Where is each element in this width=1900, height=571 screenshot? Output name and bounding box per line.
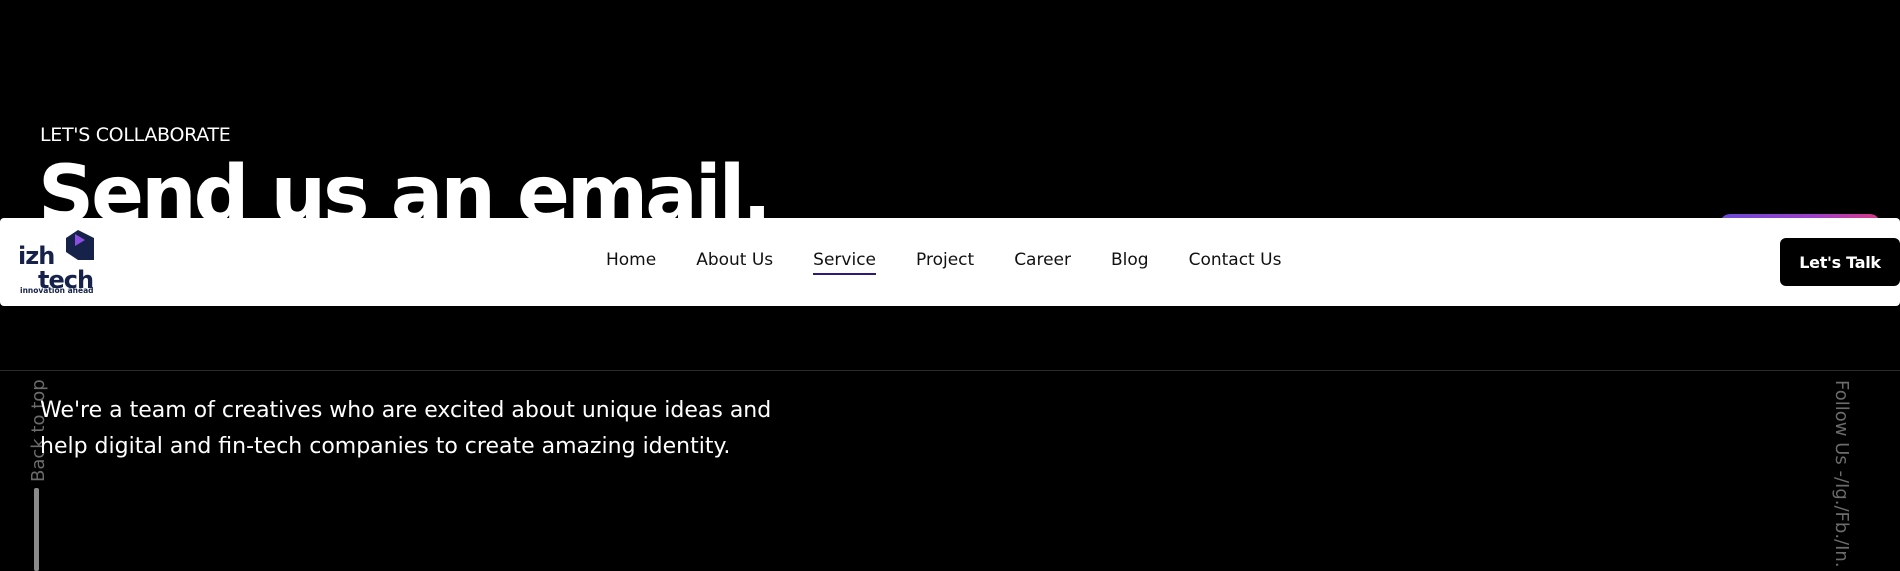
intro-text: We're a team of creatives who are excite…	[40, 393, 800, 465]
logo-word-izh: izh	[18, 242, 55, 270]
logo[interactable]: izh tech innovation ahead	[18, 230, 104, 296]
nav-link-project[interactable]: Project	[916, 250, 974, 274]
section-divider	[0, 370, 1900, 371]
follow-us-social[interactable]: Follow Us -/Ig./Fb./In.	[1831, 380, 1852, 568]
nav-link-about-us[interactable]: About Us	[696, 250, 773, 274]
intro-line-2: help digital and fin-tech companies to c…	[40, 434, 731, 459]
intro-line-1: We're a team of creatives who are excite…	[40, 398, 772, 423]
nav-link-blog[interactable]: Blog	[1111, 250, 1149, 274]
lets-talk-button[interactable]: Let's Talk	[1780, 238, 1900, 286]
nav-link-home[interactable]: Home	[606, 250, 656, 274]
nav-link-contact-us[interactable]: Contact Us	[1189, 250, 1282, 274]
nav-link-career[interactable]: Career	[1014, 250, 1071, 274]
nav-link-service[interactable]: Service	[813, 250, 876, 275]
hero-eyebrow: LET'S COLLABORATE	[40, 124, 231, 146]
back-to-top-bar[interactable]	[34, 488, 39, 571]
logo-tagline: innovation ahead	[20, 286, 94, 295]
nav-links: Home About Us Service Project Career Blo…	[606, 250, 1321, 275]
main-navbar: izh tech innovation ahead Home About Us …	[0, 218, 1900, 306]
logo-mark-icon	[66, 230, 94, 260]
